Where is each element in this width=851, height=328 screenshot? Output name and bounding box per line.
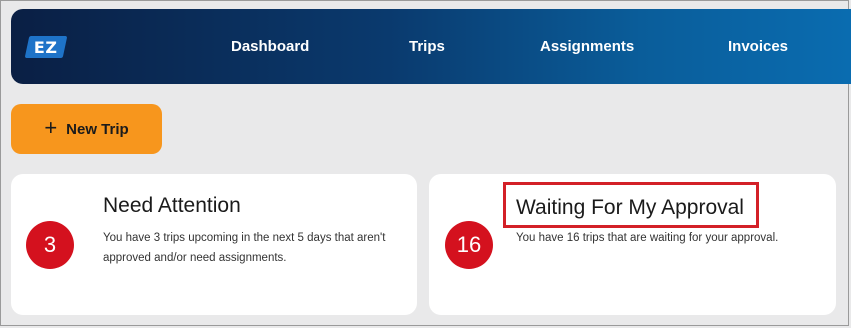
new-trip-button[interactable]: + New Trip bbox=[11, 104, 162, 154]
nav-trips[interactable]: Trips bbox=[409, 38, 445, 55]
top-navbar: EZ Dashboard Trips Assignments Invoices bbox=[11, 9, 851, 84]
need-attention-count: 3 bbox=[43, 232, 57, 257]
need-attention-count-badge: 3 bbox=[26, 221, 74, 269]
plus-icon: + bbox=[44, 115, 58, 140]
waiting-approval-count-badge: 16 bbox=[445, 221, 493, 269]
waiting-approval-description: You have 16 trips that are waiting for y… bbox=[516, 232, 779, 244]
need-attention-description: You have 3 trips upcoming in the next 5 … bbox=[103, 232, 386, 264]
app-logo[interactable]: EZ bbox=[24, 36, 68, 58]
nav-dashboard[interactable]: Dashboard bbox=[231, 38, 309, 55]
logo-text: EZ bbox=[34, 37, 58, 57]
highlight-box bbox=[503, 182, 759, 228]
waiting-approval-count: 16 bbox=[456, 232, 482, 257]
nav-invoices[interactable]: Invoices bbox=[728, 38, 788, 55]
new-trip-label: New Trip bbox=[66, 120, 129, 138]
need-attention-card[interactable]: 3 Need Attention You have 3 trips upcomi… bbox=[11, 174, 417, 315]
need-attention-title: Need Attention bbox=[103, 194, 241, 217]
nav-assignments[interactable]: Assignments bbox=[540, 38, 634, 55]
